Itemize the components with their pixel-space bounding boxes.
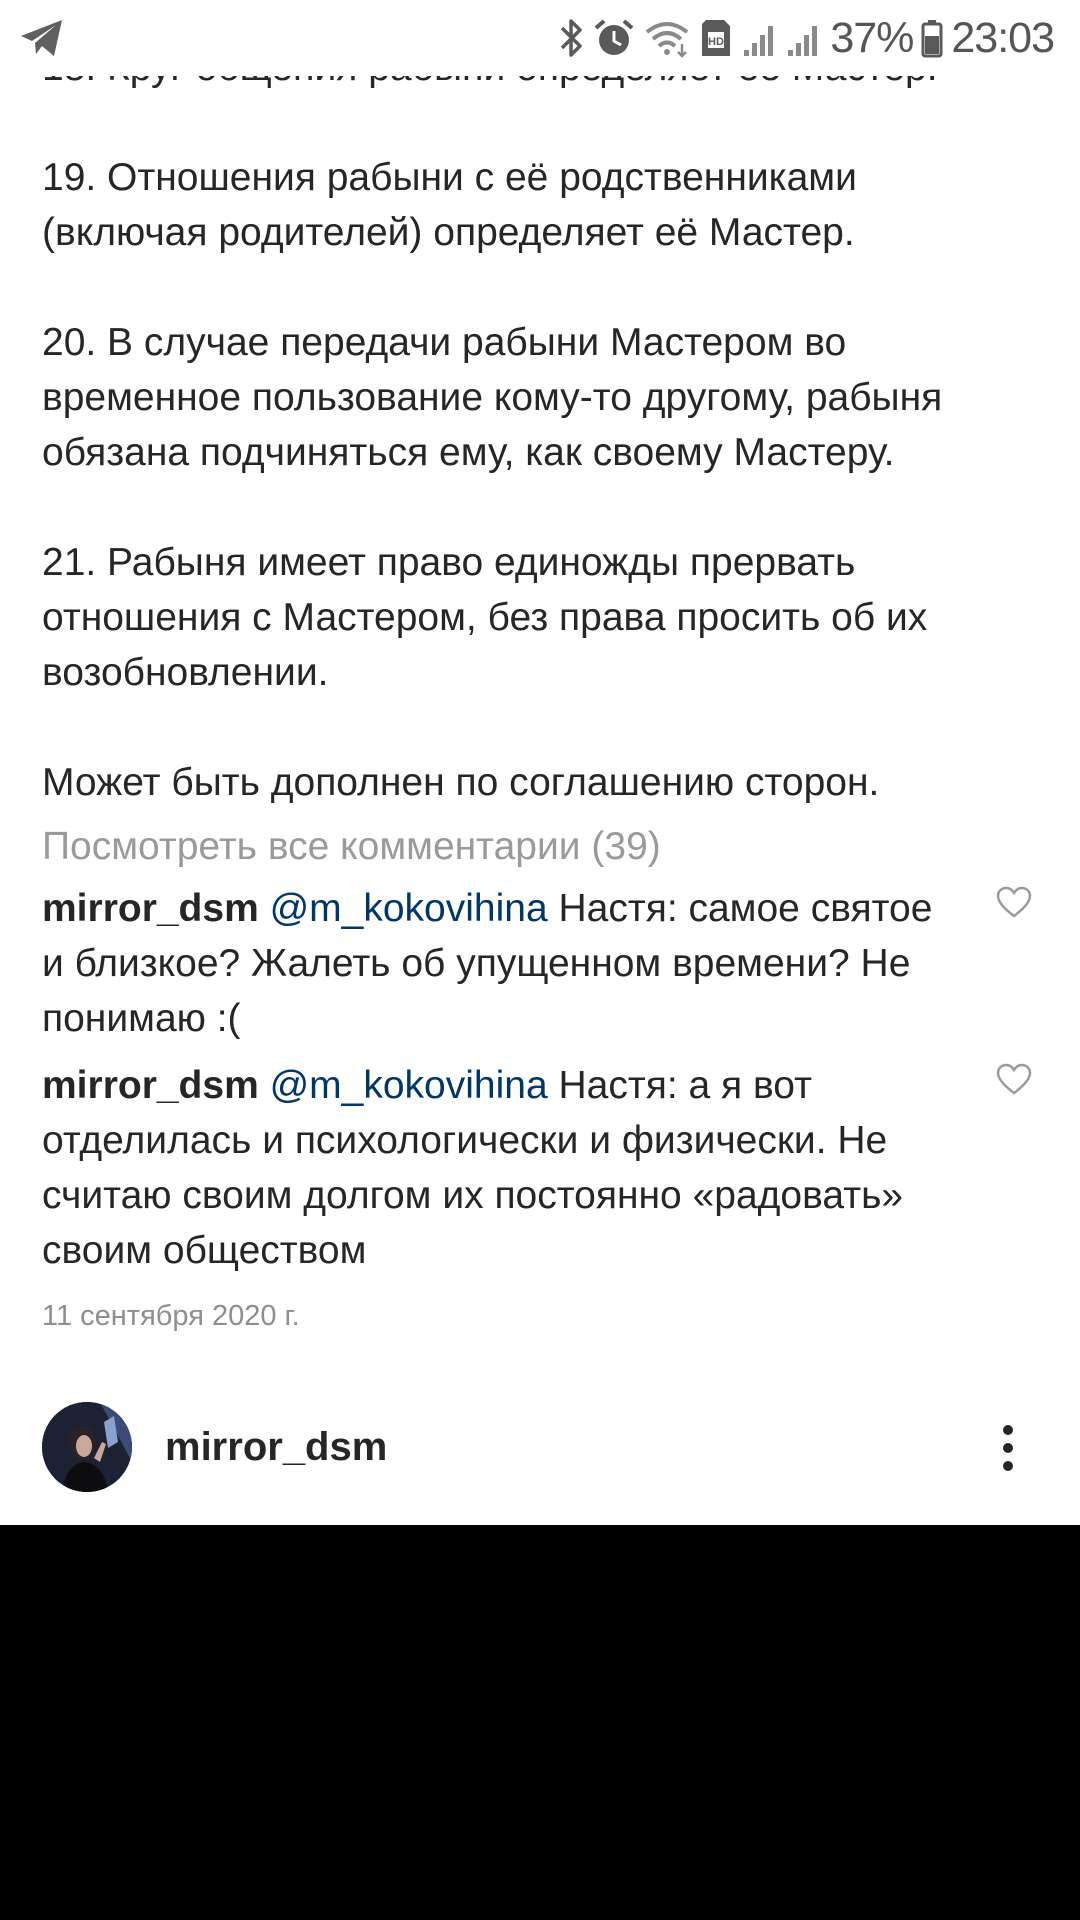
post-caption: 18. Круг общения рабыни определяет её Ма… <box>42 40 1042 865</box>
comment: mirror_dsm @m_kokovihina Настя: самое св… <box>42 881 962 1046</box>
more-options-icon[interactable] <box>990 1422 1026 1474</box>
caption-paragraph: 21. Рабыня имеет право единожды прервать… <box>42 541 928 694</box>
avatar[interactable] <box>42 1402 132 1492</box>
comment-mention[interactable]: @m_kokovihina <box>270 887 548 930</box>
comment-username[interactable]: mirror_dsm <box>42 1064 259 1107</box>
battery-percent: 37% <box>830 13 914 62</box>
hd-icon: HD <box>702 20 731 56</box>
alarm-icon <box>594 19 634 55</box>
bluetooth-icon <box>561 19 583 57</box>
caption-paragraph: Может быть дополнен по соглашению сторон… <box>42 761 880 804</box>
clock: 23:03 <box>951 13 1055 62</box>
comment-mention[interactable]: @m_kokovihina <box>270 1064 548 1107</box>
svg-text:HD: HD <box>708 36 724 48</box>
battery-icon <box>921 20 943 58</box>
like-heart-icon[interactable] <box>996 1063 1032 1095</box>
app-screen: HD 37% 23:03 18. Круг <box>0 0 1080 1525</box>
caption-paragraph: 20. В случае передачи рабыни Мастером во… <box>42 321 943 474</box>
view-all-comments-link[interactable]: Посмотреть все комментарии (39) <box>42 819 661 874</box>
status-bar: HD 37% 23:03 <box>0 0 1080 76</box>
comment-username[interactable]: mirror_dsm <box>42 887 259 930</box>
comment: mirror_dsm @m_kokovihina Настя: а я вот … <box>42 1058 962 1278</box>
next-post-header: mirror_dsm <box>0 1402 1080 1494</box>
signal-icon <box>788 26 818 56</box>
caption-paragraph: 19. Отношения рабыни с её родственниками… <box>42 156 857 254</box>
signal-icon <box>744 26 774 56</box>
like-heart-icon[interactable] <box>996 886 1032 918</box>
wifi-icon <box>646 22 689 58</box>
post-author-username[interactable]: mirror_dsm <box>165 1420 387 1475</box>
post-date: 11 сентября 2020 г. <box>42 1300 300 1332</box>
empty-black-area <box>0 1525 1080 1920</box>
avatar-image <box>42 1402 132 1492</box>
telegram-icon <box>21 20 62 56</box>
status-indicators: HD 37% 23:03 <box>558 10 1055 66</box>
